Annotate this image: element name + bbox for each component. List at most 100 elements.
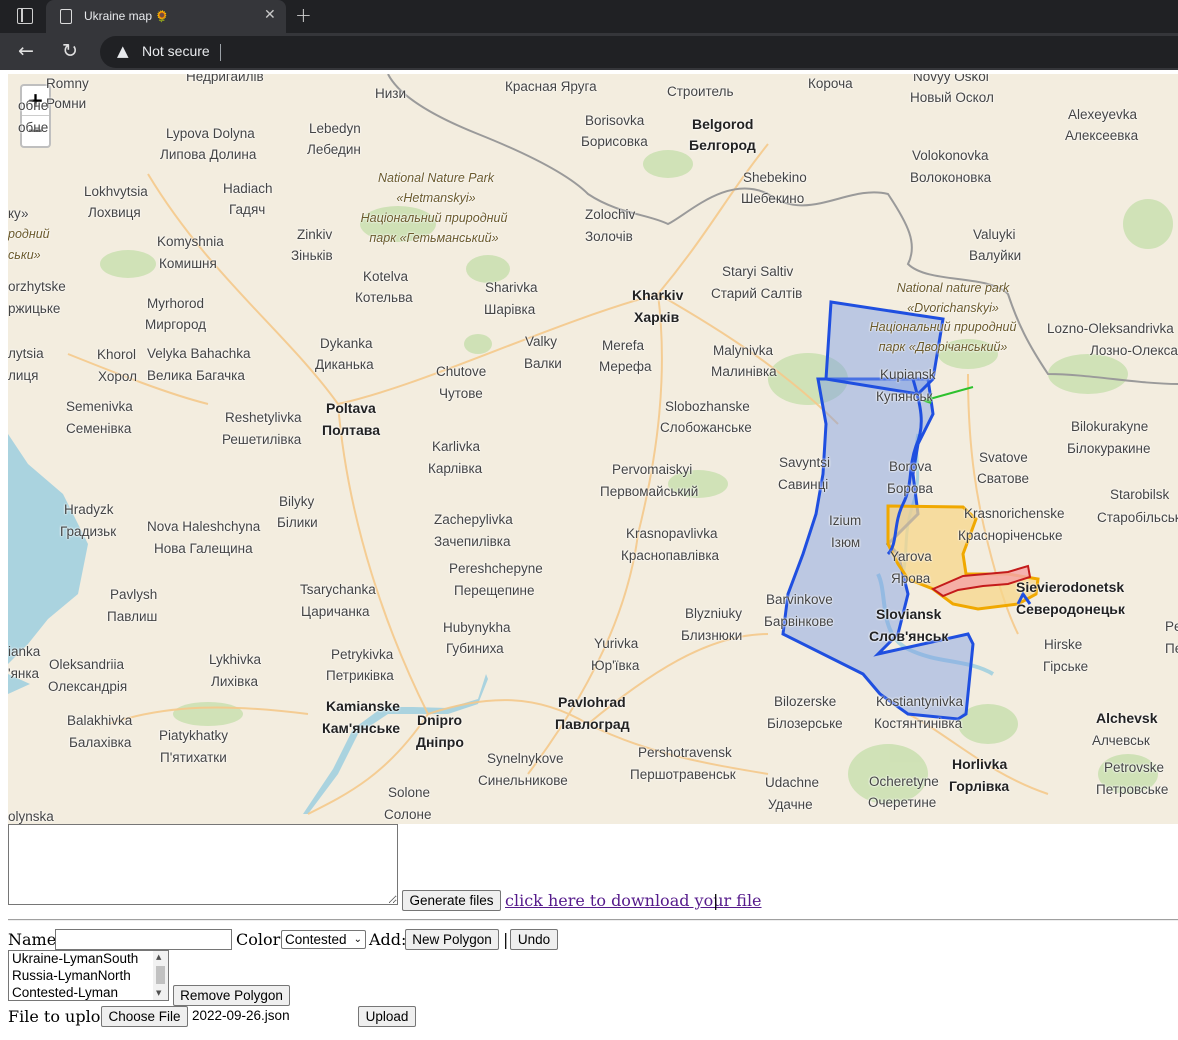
map-label: Борова — [887, 481, 933, 496]
scroll-down-icon[interactable]: ▼ — [156, 989, 161, 997]
tab-actions-icon[interactable] — [17, 8, 33, 24]
color-label: Color: — [236, 930, 286, 949]
json-textarea[interactable] — [8, 824, 398, 905]
address-divider — [220, 44, 221, 61]
map-label: Borova — [889, 459, 932, 474]
map-label: Липова Долина — [160, 147, 257, 162]
list-item[interactable]: Russia-LymanNorth — [12, 968, 131, 984]
map-label: Poltava — [326, 400, 376, 416]
choose-file-button[interactable]: Choose File — [101, 1006, 188, 1027]
map-label: Kupiansk — [880, 367, 936, 382]
new-polygon-button[interactable]: New Polygon — [405, 929, 499, 950]
map-canvas[interactable]: + − Romny Ромни обне обне Недригайлів Ни… — [8, 74, 1178, 824]
browser-tab[interactable]: Ukraine map 🌻 ✕ — [46, 0, 286, 33]
map-label: Lykhivka — [209, 652, 262, 667]
undo-button[interactable]: Undo — [510, 929, 558, 950]
map-label: Купянськ — [876, 389, 933, 404]
map-label: Павлиш — [107, 609, 158, 624]
map-label: Волоконовка — [910, 170, 992, 185]
new-tab-icon[interactable]: + — [295, 3, 312, 27]
scroll-up-icon[interactable]: ▲ — [156, 953, 161, 961]
map-label: Горлівка — [949, 778, 1010, 794]
map-label: Первомайський — [600, 484, 699, 499]
map-label: Pe — [1165, 619, 1178, 634]
map-label: Lebedyn — [309, 121, 361, 136]
remove-polygon-button[interactable]: Remove Polygon — [173, 985, 290, 1006]
map-label: Савинці — [778, 477, 829, 492]
map-label: Царичанка — [301, 604, 370, 619]
map-label: Низи — [375, 86, 407, 101]
map-label: Lypova Dolyna — [166, 126, 255, 141]
address-bar[interactable]: ▲ Not secure — [100, 36, 1178, 68]
map-label: National nature park «Dvorichanskyi» — [896, 281, 1010, 315]
map-label: Градизьк — [60, 524, 117, 539]
map-label: Білокуракине — [1067, 441, 1151, 456]
map-label: Білики — [277, 515, 318, 530]
map-label: Romny — [46, 76, 89, 91]
scrollbar-thumb[interactable] — [156, 966, 165, 984]
map-label: Staryi Saltiv — [722, 264, 794, 279]
map-label: Lozno-Oleksandrivka — [1047, 321, 1174, 336]
map-label: Pavlysh — [110, 587, 158, 602]
map-label: Солоне — [384, 807, 432, 822]
map-label: Слов'янськ — [869, 628, 949, 644]
map-label: Сватове — [977, 471, 1030, 486]
map-label: orzhytske — [8, 279, 66, 294]
map-label: Удачне — [768, 797, 813, 812]
warning-triangle-icon[interactable]: ▲ — [117, 42, 129, 60]
map-label: Гадяч — [229, 202, 266, 217]
polygon-listbox[interactable]: Ukraine-LymanSouth Russia-LymanNorth Con… — [8, 950, 169, 1001]
map-label: Красная Яруга — [505, 79, 597, 94]
map-label: Kharkiv — [632, 287, 684, 303]
map-label: ianka — [8, 644, 41, 659]
back-arrow-icon[interactable]: ← — [18, 40, 34, 62]
map-label: Алексеевка — [1065, 128, 1139, 143]
map-label: Pavlohrad — [558, 694, 626, 710]
map-label: Харків — [634, 309, 680, 325]
map-label: Краснопавлівка — [621, 548, 720, 563]
map-label: Близнюки — [681, 628, 743, 643]
map-label: Dnipro — [417, 712, 463, 728]
map-label: ськи» — [8, 248, 41, 262]
map-label: Петровське — [1096, 782, 1169, 797]
map-label: Belgorod — [692, 116, 754, 132]
list-item[interactable]: Ukraine-LymanSouth — [12, 951, 138, 967]
map-label: Белгород — [689, 137, 756, 153]
map-label: Шебекино — [741, 191, 805, 206]
map-label: Малинівка — [711, 364, 777, 379]
map-label: Северодонецьк — [1016, 601, 1125, 617]
map-label: Piatykhatky — [159, 728, 229, 743]
map-label: Reshetylivka — [225, 410, 302, 425]
map-label: Національний природний парк «Гетьманськи… — [360, 211, 508, 245]
map-label: ку» — [8, 206, 29, 221]
list-item[interactable]: Contested-Lyman — [12, 985, 118, 1000]
map-label: Полтава — [322, 422, 381, 438]
close-tab-icon[interactable]: ✕ — [264, 7, 276, 23]
map-label: Нова Галещина — [154, 541, 253, 556]
map-label: Zolochiv — [585, 207, 636, 222]
map-label: Sievierodonetsk — [1016, 579, 1125, 595]
map-label: Велика Багачка — [147, 368, 245, 383]
download-file-link[interactable]: click here to download your file — [505, 891, 762, 910]
map-label: Bilozerske — [774, 694, 837, 709]
listbox-scrollbar[interactable]: ▲ ▼ — [153, 951, 168, 1000]
color-select[interactable]: Contested ⌄ — [281, 930, 366, 949]
map-label: Лохвиця — [88, 205, 141, 220]
map-label: Kostiantynivka — [876, 694, 964, 709]
map-label: Savyntsi — [779, 455, 831, 470]
map-label: Pershotravensk — [638, 745, 732, 760]
zoom-control: + − — [20, 84, 51, 148]
map-label: Pervomaiskyi — [612, 462, 693, 477]
map-label: Merefa — [602, 338, 645, 353]
map-label: Horlivka — [952, 756, 1008, 772]
map-label: Губиниха — [446, 641, 504, 656]
map-label: Solone — [388, 785, 431, 800]
upload-button[interactable]: Upload — [358, 1006, 416, 1027]
map-label: Alexeyevka — [1068, 107, 1138, 122]
map-label: ржицьке — [8, 301, 61, 316]
security-status[interactable]: Not secure — [142, 43, 210, 59]
generate-files-button[interactable]: Generate files — [402, 890, 501, 911]
map-label: Slobozhanske — [665, 399, 750, 414]
polygon-name-input[interactable] — [55, 929, 232, 950]
reload-icon[interactable]: ↻ — [62, 40, 78, 62]
